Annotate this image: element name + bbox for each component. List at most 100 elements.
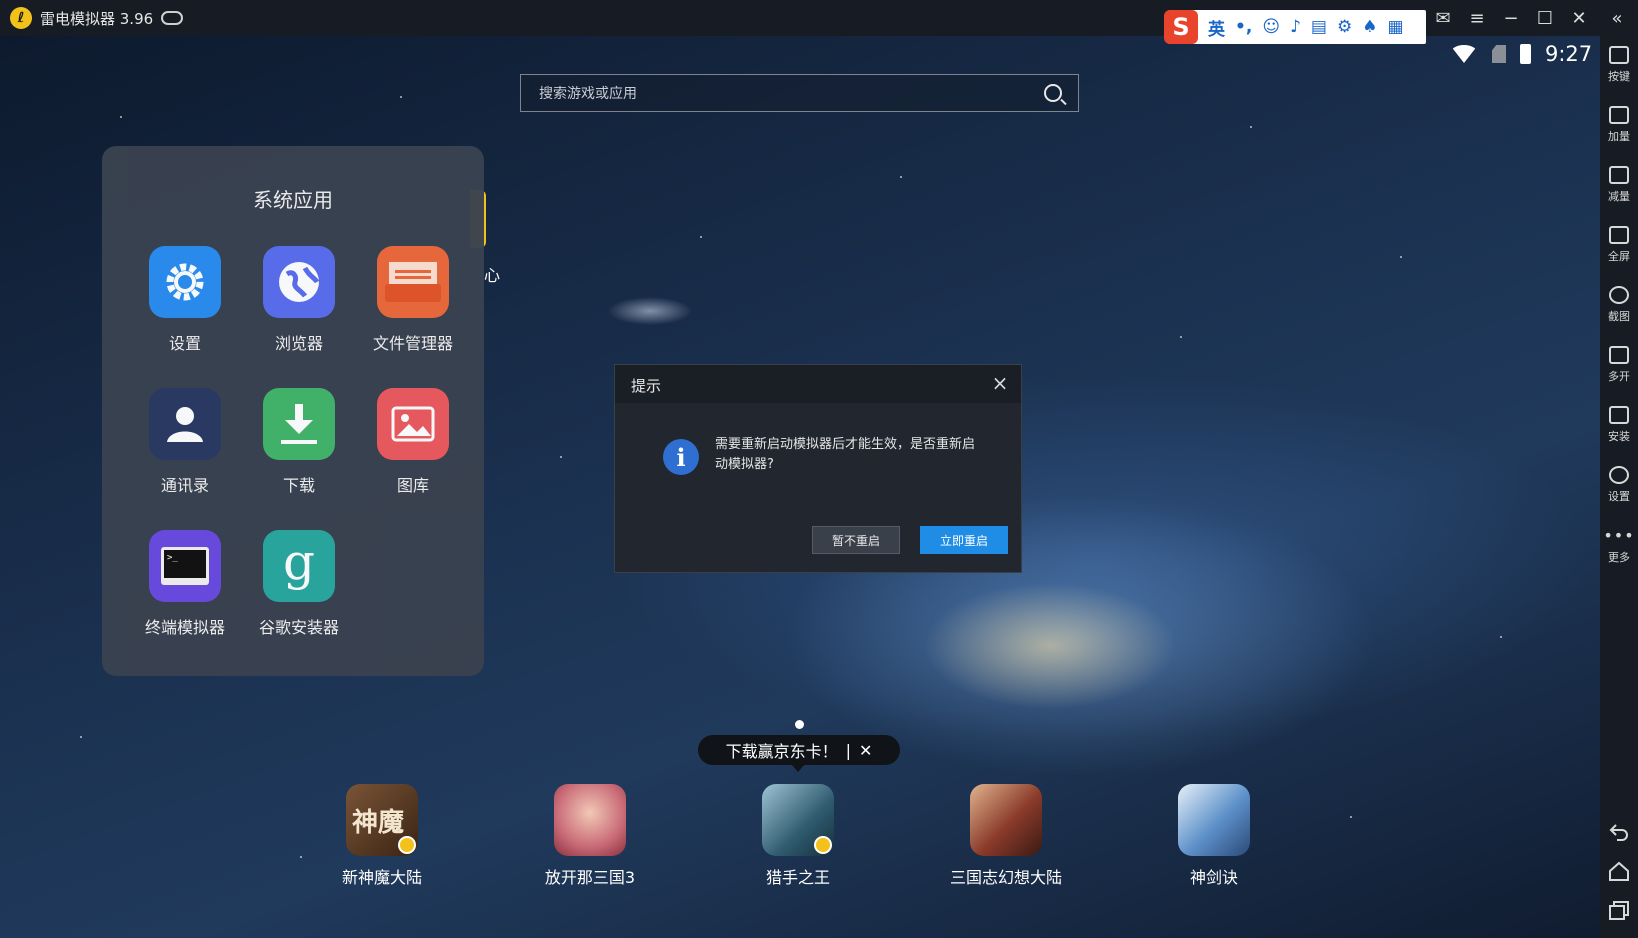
star bbox=[400, 96, 402, 98]
app-browser[interactable]: 浏览器 bbox=[244, 246, 354, 354]
game-sanguozhi-icon bbox=[970, 784, 1042, 856]
app-contacts[interactable]: 通讯录 bbox=[130, 388, 240, 496]
keyboard-icon bbox=[1609, 46, 1629, 64]
toolbar-settings[interactable]: 设置 bbox=[1600, 466, 1638, 504]
toolbar-screenshot[interactable]: 截图 bbox=[1600, 286, 1638, 324]
game-label: 新神魔大陆 bbox=[341, 868, 422, 887]
star bbox=[1180, 336, 1182, 338]
toolbar-label: 全屏 bbox=[1608, 250, 1630, 263]
sogou-ime-logo-icon[interactable]: S bbox=[1164, 10, 1198, 44]
game-fangkai-sanguo-icon bbox=[554, 784, 626, 856]
promo-tooltip[interactable]: 下载赢京东卡！ | ✕ bbox=[698, 735, 900, 772]
search-icon[interactable] bbox=[1044, 84, 1062, 102]
battery-charging-icon bbox=[1520, 44, 1531, 64]
app-file-manager[interactable]: 文件管理器 bbox=[358, 246, 468, 354]
toolbar-label: 减量 bbox=[1608, 190, 1630, 203]
star bbox=[80, 736, 82, 738]
toolbar-label: 安装 bbox=[1608, 430, 1630, 443]
app-label: 文件管理器 bbox=[372, 334, 453, 353]
star bbox=[1400, 256, 1402, 258]
home-button[interactable] bbox=[1608, 860, 1630, 882]
close-window-button[interactable]: ✕ bbox=[1568, 7, 1590, 29]
ime-toolbar[interactable]: S 英 •, ☺ ♪ ▤ ⚙ ♠ ▦ bbox=[1164, 10, 1426, 44]
toolbar-volume-up[interactable]: 加量 bbox=[1600, 106, 1638, 144]
toolbar-volume-down[interactable]: 减量 bbox=[1600, 166, 1638, 204]
skin-shirt-icon[interactable]: ♠ bbox=[1362, 17, 1377, 37]
ldplayer-badge-icon bbox=[398, 836, 416, 854]
toolbar-install-apk[interactable]: 安装 bbox=[1600, 406, 1638, 444]
apk-install-icon bbox=[1609, 406, 1629, 424]
dock-app-sanguozhi-fantasy[interactable]: 三国志幻想大陆 bbox=[936, 784, 1076, 888]
toolbar-more[interactable]: ••• 更多 bbox=[1600, 526, 1638, 565]
keyboard-icon[interactable]: ▤ bbox=[1311, 17, 1327, 37]
game-label: 神剑诀 bbox=[1189, 868, 1238, 887]
app-download[interactable]: 下载 bbox=[244, 388, 354, 496]
restart-later-button[interactable]: 暂不重启 bbox=[812, 526, 900, 554]
mail-icon[interactable]: ✉ bbox=[1432, 7, 1454, 29]
dialog-title: 提示 bbox=[631, 377, 662, 395]
screenshot-scissors-icon bbox=[1609, 286, 1629, 304]
promo-close-icon[interactable]: ✕ bbox=[859, 741, 872, 760]
game-label: 放开那三国3 bbox=[544, 868, 636, 887]
toolbar-label: 截图 bbox=[1608, 310, 1630, 323]
info-icon: i bbox=[663, 439, 699, 475]
dock-app-shenjianjue[interactable]: 神剑诀 bbox=[1144, 784, 1284, 888]
collapse-sidebar-icon[interactable]: « bbox=[1606, 7, 1628, 29]
back-button[interactable] bbox=[1608, 820, 1630, 842]
search-box[interactable] bbox=[520, 74, 1079, 113]
page-indicator-dot bbox=[795, 720, 804, 729]
toolbar-keymap[interactable]: 按键 bbox=[1600, 46, 1638, 84]
dock-app-hunter-king[interactable]: 猎手之王 bbox=[728, 784, 868, 888]
emoji-icon[interactable]: ☺ bbox=[1262, 17, 1280, 37]
gamepad-icon[interactable] bbox=[161, 11, 184, 25]
settings-gear-icon bbox=[149, 246, 221, 318]
dock-app-new-shenmo[interactable]: 神魔 新神魔大陆 bbox=[312, 784, 452, 888]
ime-punctuation-toggle[interactable]: •, bbox=[1235, 17, 1252, 37]
folder-peek-label: 心 bbox=[484, 266, 501, 285]
grid-menu-icon[interactable]: ▦ bbox=[1387, 17, 1403, 37]
google-installer-icon: g bbox=[263, 530, 335, 602]
android-status-bar: 9:27 bbox=[1450, 42, 1592, 66]
game-shenjianjue-icon bbox=[1178, 784, 1250, 856]
toolbar-fullscreen[interactable]: 全屏 bbox=[1600, 226, 1638, 264]
terminal-icon: >_ bbox=[149, 530, 221, 602]
search-input[interactable] bbox=[537, 75, 1021, 113]
game-icon-text: 神魔 bbox=[352, 808, 405, 838]
app-gallery[interactable]: 图库 bbox=[358, 388, 468, 496]
close-icon[interactable]: × bbox=[991, 373, 1009, 393]
toolbar-label: 按键 bbox=[1608, 70, 1630, 83]
microphone-icon[interactable]: ♪ bbox=[1290, 17, 1301, 37]
folder-title: 系统应用 bbox=[253, 188, 333, 212]
app-google-installer[interactable]: g 谷歌安装器 bbox=[244, 530, 354, 638]
promo-text[interactable]: 下载赢京东卡！ bbox=[726, 738, 838, 762]
emulator-toolbar: 按键 加量 减量 全屏 截图 多开 安装 设置 ••• 更多 bbox=[1600, 36, 1638, 938]
star bbox=[120, 116, 122, 118]
restart-now-button[interactable]: 立即重启 bbox=[920, 526, 1008, 554]
game-label: 猎手之王 bbox=[765, 868, 830, 887]
app-settings[interactable]: 设置 bbox=[130, 246, 240, 354]
maximize-button[interactable]: ☐ bbox=[1534, 7, 1556, 29]
game-hunter-king-icon bbox=[762, 784, 834, 856]
wifi-icon bbox=[1450, 45, 1478, 63]
restart-prompt-dialog: 提示 × i 需要重新启动模拟器后才能生效，是否重新启动模拟器? 暂不重启 立即… bbox=[614, 364, 1022, 573]
toolbar-label: 设置 bbox=[1608, 490, 1630, 503]
ime-language-toggle[interactable]: 英 bbox=[1208, 15, 1225, 40]
app-label: 下载 bbox=[282, 476, 315, 495]
game-label: 三国志幻想大陆 bbox=[949, 868, 1062, 887]
toolbar-label: 加量 bbox=[1608, 130, 1630, 143]
dock-app-fangkai-sanguo3[interactable]: 放开那三国3 bbox=[520, 784, 660, 888]
contacts-person-icon bbox=[149, 388, 221, 460]
volume-down-icon bbox=[1609, 166, 1629, 184]
system-apps-folder: 系统应用 设置 浏览器 文件管理器 通讯录 下载 图库 >_ 终端模拟器 g 谷… bbox=[102, 146, 484, 676]
app-logo-icon: ℓ bbox=[10, 7, 32, 29]
menu-icon[interactable]: ≡ bbox=[1466, 7, 1488, 29]
toolbar-multi-instance[interactable]: 多开 bbox=[1600, 346, 1638, 384]
tools-icon[interactable]: ⚙ bbox=[1337, 17, 1352, 37]
star bbox=[300, 856, 302, 858]
minimize-button[interactable]: − bbox=[1500, 7, 1522, 29]
app-terminal[interactable]: >_ 终端模拟器 bbox=[130, 530, 240, 638]
home-icon bbox=[1609, 861, 1629, 881]
more-dots-icon: ••• bbox=[1603, 526, 1635, 545]
recent-apps-button[interactable] bbox=[1608, 900, 1630, 922]
star bbox=[900, 176, 902, 178]
